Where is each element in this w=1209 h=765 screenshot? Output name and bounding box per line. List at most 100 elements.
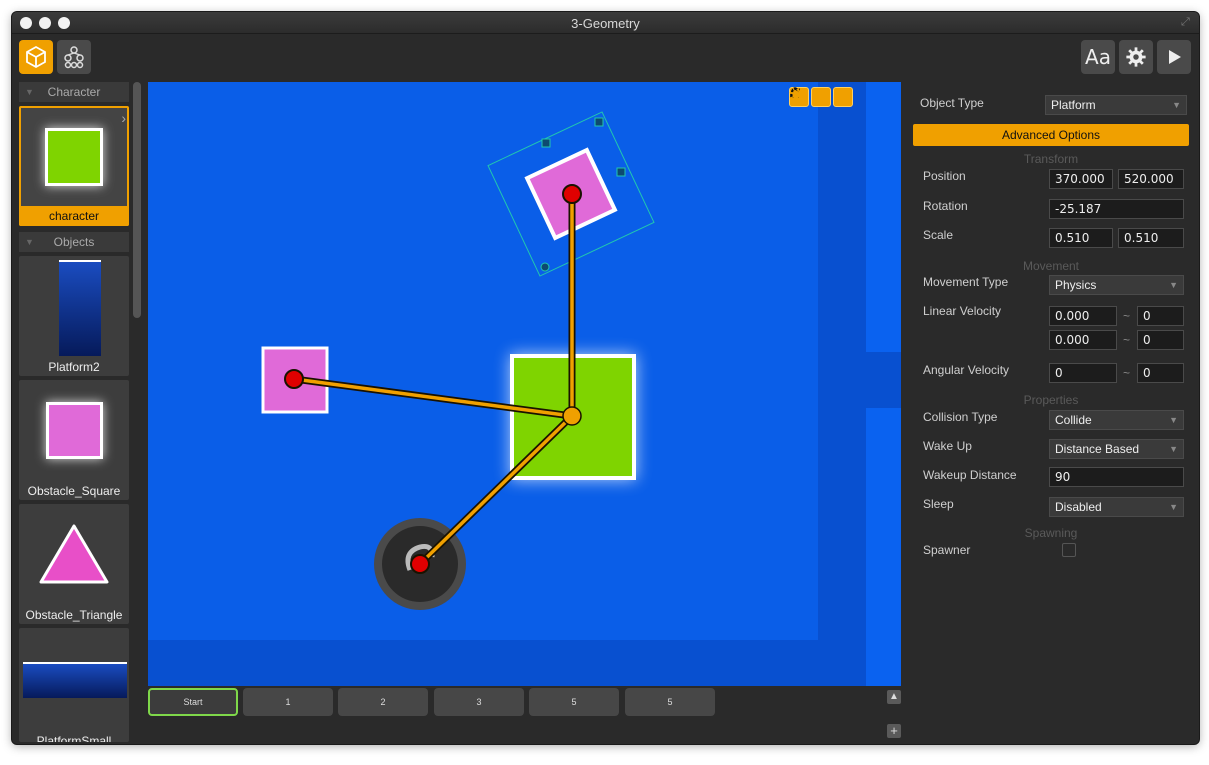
object-library-sidebar: ▼ Character › character ▼ Objects Platfo… [19,82,141,742]
fullscreen-icon[interactable]: ⤢ [1181,16,1193,28]
obstacle-triangle-thumbnail [39,524,109,584]
library-item-obstacle-square[interactable]: Obstacle_Square [19,380,129,500]
font-button[interactable]: Aa [1081,40,1115,74]
obstacle-square-thumbnail [46,402,103,459]
background-pillar [866,82,901,352]
library-item-label: Obstacle_Square [27,484,121,498]
spawner-checkbox[interactable] [1062,543,1076,557]
platform2-thumbnail [59,260,101,356]
range-separator: ~ [1123,333,1131,347]
resize-icon[interactable] [790,87,853,107]
library-item-obstacle-triangle[interactable]: Obstacle_Triangle [19,504,129,624]
angular-velocity-label: Angular Velocity [923,363,1010,377]
collision-type-select[interactable]: Collide ▼ [1049,410,1184,430]
bug-icon[interactable] [789,87,875,107]
objects-header-label: Objects [53,235,95,249]
library-item-label: Obstacle_Triangle [25,608,123,622]
wake-up-label: Wake Up [923,439,972,453]
joint-endpoint[interactable] [562,184,582,204]
position-label: Position [923,169,966,183]
linear-velocity-y-min-field[interactable]: 0.000 [1049,330,1117,350]
joint-line[interactable] [418,414,574,566]
rotation-label: Rotation [923,199,968,213]
cube-icon [26,45,46,69]
background-pillar [866,408,901,686]
joint-endpoint[interactable] [284,369,304,389]
toolbar: Aa [12,34,1199,80]
linear-velocity-x-max-field[interactable]: 0 [1137,306,1184,326]
linear-velocity-x-min-field[interactable]: 0.000 [1049,306,1117,326]
position-x-field[interactable]: 370.000 [1049,169,1113,189]
rotate-handle[interactable] [594,117,604,127]
scene-tab-5b[interactable]: 5 [625,688,715,716]
scene-tab-3[interactable]: 3 [434,688,524,716]
gear-icon [1126,47,1146,67]
hierarchy-icon [64,46,84,69]
scale-y-field[interactable]: 0.510 [1118,228,1184,248]
position-y-field[interactable]: 520.000 [1118,169,1184,189]
sidebar-scrollbar[interactable] [133,82,141,318]
movement-type-label: Movement Type [923,275,1009,289]
window-title: 3-Geometry [571,16,640,31]
settings-button[interactable] [1119,40,1153,74]
scene-tab-2[interactable]: 2 [338,688,428,716]
platformsmall-thumbnail [23,662,127,698]
movement-type-select[interactable]: Physics ▼ [1049,275,1184,295]
linear-velocity-label: Linear Velocity [923,304,1002,318]
rotate-icon[interactable] [791,87,831,107]
scale-label: Scale [923,228,954,242]
advanced-options-button[interactable]: Advanced Options [913,124,1189,146]
scene-graphics [148,82,901,686]
scale-handle[interactable] [541,138,551,148]
rotation-field[interactable]: -25.187 [1049,199,1184,219]
object-type-select[interactable]: Platform ▼ [1045,95,1187,115]
objects-section-header[interactable]: ▼ Objects [19,232,129,252]
joint-anchor[interactable] [562,406,582,426]
movement-section-title: Movement [1022,259,1080,273]
sleep-label: Sleep [923,497,954,511]
chevron-down-icon: ▼ [1169,502,1178,512]
play-button[interactable] [1157,40,1191,74]
character-thumbnail [45,128,103,186]
sleep-value: Disabled [1055,500,1102,514]
library-item-platformsmall[interactable]: PlatformSmall [19,628,129,742]
angular-velocity-min-field[interactable]: 0 [1049,363,1117,383]
scene-canvas[interactable] [148,82,901,686]
range-separator: ~ [1123,309,1131,323]
character-header-label: Character [47,85,101,99]
scene-tabs-bar: Start 1 2 3 5 5 ▲ + [148,688,901,744]
object-type-value: Platform [1051,98,1096,112]
scroll-up-button[interactable]: ▲ [887,690,901,704]
wakeup-distance-field[interactable]: 90 [1049,467,1184,487]
range-separator: ~ [1123,366,1131,380]
scene-tab-5[interactable]: 5 [529,688,619,716]
arrow-right-icon[interactable] [790,87,897,107]
character-section-header[interactable]: ▼ Character [19,82,129,102]
joint-endpoint[interactable] [410,554,430,574]
objects-mode-button[interactable] [19,40,53,74]
linear-velocity-y-max-field[interactable]: 0 [1137,330,1184,350]
chevron-down-icon: ▼ [1169,444,1178,454]
collapse-triangle-icon: ▼ [25,87,34,97]
background-floor [148,640,901,686]
scale-handle[interactable] [616,167,626,177]
angular-velocity-max-field[interactable]: 0 [1137,363,1184,383]
sleep-select[interactable]: Disabled ▼ [1049,497,1184,517]
scene-tab-start[interactable]: Start [148,688,238,716]
add-scene-button[interactable]: + [887,724,901,738]
app-window: 3-Geometry ⤢ Aa ▼ Character › character … [12,12,1199,744]
library-item-platform2[interactable]: Platform2 [19,256,129,376]
play-icon [1169,50,1181,64]
transform-section-title: Transform [1023,152,1079,166]
character-item[interactable]: › character [19,106,129,226]
scale-x-field[interactable]: 0.510 [1049,228,1113,248]
hierarchy-mode-button[interactable] [57,40,91,74]
chevron-down-icon: ▼ [1169,415,1178,425]
scene-tab-1[interactable]: 1 [243,688,333,716]
spawner-label: Spawner [923,543,971,557]
wake-up-select[interactable]: Distance Based ▼ [1049,439,1184,459]
chevron-right-icon[interactable]: › [121,110,126,126]
library-item-label: Platform2 [48,360,100,374]
collision-type-value: Collide [1055,413,1092,427]
pivot-handle[interactable] [540,262,550,272]
